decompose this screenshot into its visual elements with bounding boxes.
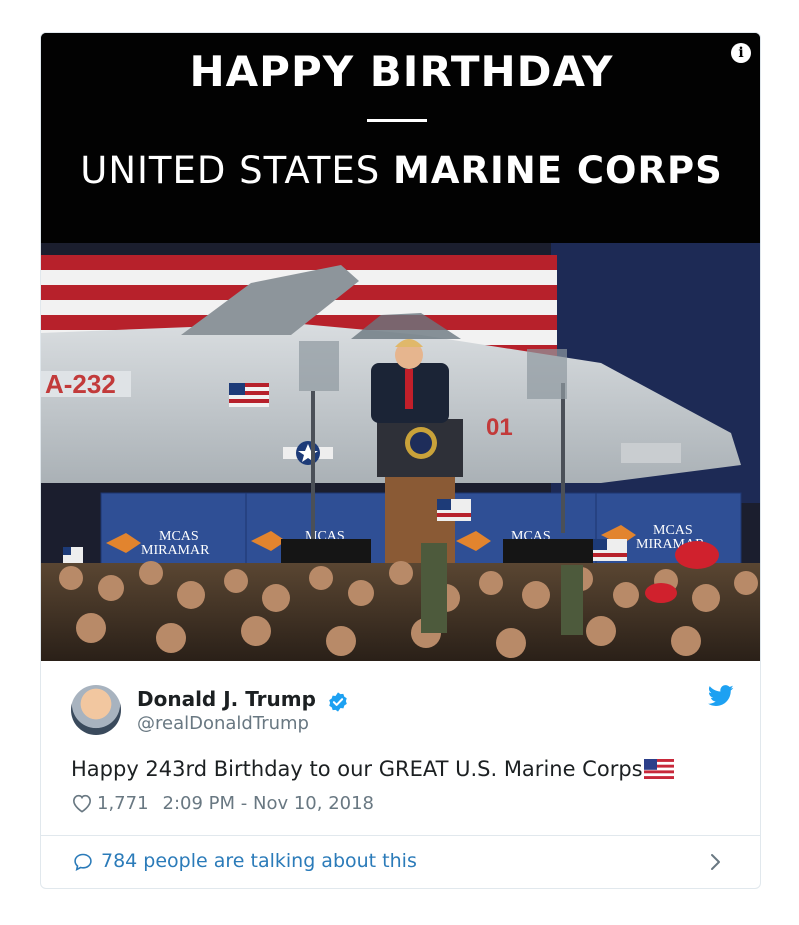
like-count[interactable]: 1,771 bbox=[97, 793, 149, 814]
author-name-row[interactable]: Donald J. Trump bbox=[137, 687, 349, 713]
verified-badge-icon bbox=[329, 691, 347, 712]
rally-photo: A-232 01 MCAS MIRAMAR MCAS MCAS MCAS MIR… bbox=[41, 243, 760, 661]
tweet-text-body: Happy 243rd Birthday to our GREAT U.S. M… bbox=[71, 757, 643, 781]
tweet-author[interactable]: Donald J. Trump @realDonaldTrump bbox=[71, 685, 711, 739]
image-title-banner: HAPPY BIRTHDAY UNITED STATES MARINE CORP… bbox=[41, 33, 760, 243]
tweet-meta: 1,771 2:09 PM - Nov 10, 2018 bbox=[71, 793, 374, 819]
speech-bubble-icon bbox=[74, 853, 92, 871]
subhead-bold-text: MARINE CORPS bbox=[393, 149, 723, 192]
heart-icon[interactable] bbox=[71, 793, 93, 813]
avatar[interactable] bbox=[71, 685, 121, 735]
subhead-light-text: UNITED STATES bbox=[80, 149, 381, 192]
author-handle[interactable]: @realDonaldTrump bbox=[137, 713, 309, 734]
banner-text-4a: MCAS bbox=[653, 523, 693, 538]
people-talking-link[interactable]: 784 people are talking about this bbox=[101, 850, 417, 872]
image-headline: HAPPY BIRTHDAY bbox=[189, 47, 614, 96]
tweet-text: Happy 243rd Birthday to our GREAT U.S. M… bbox=[71, 757, 674, 781]
headline-divider bbox=[367, 119, 427, 122]
image-subheadline: UNITED STATES MARINE CORPS bbox=[41, 149, 760, 192]
small-flag-on-jet bbox=[229, 383, 269, 407]
tweet-media-image[interactable]: HAPPY BIRTHDAY UNITED STATES MARINE CORP… bbox=[41, 33, 760, 661]
chevron-right-icon[interactable] bbox=[709, 852, 723, 872]
banner-text-1b: MIRAMAR bbox=[141, 543, 210, 558]
us-flag-emoji bbox=[643, 759, 674, 779]
jet-nose-number: 01 bbox=[486, 414, 513, 441]
author-name[interactable]: Donald J. Trump bbox=[137, 687, 316, 711]
conversation-link-row[interactable]: 784 people are talking about this bbox=[41, 836, 760, 888]
jet-tail-number: A-232 bbox=[45, 369, 116, 399]
twitter-bird-icon[interactable] bbox=[708, 685, 734, 707]
banner-text-1a: MCAS bbox=[159, 529, 199, 544]
tweet-timestamp[interactable]: 2:09 PM - Nov 10, 2018 bbox=[163, 793, 374, 814]
embedded-tweet-card[interactable]: HAPPY BIRTHDAY UNITED STATES MARINE CORP… bbox=[40, 32, 761, 889]
info-icon[interactable]: i bbox=[731, 43, 751, 63]
